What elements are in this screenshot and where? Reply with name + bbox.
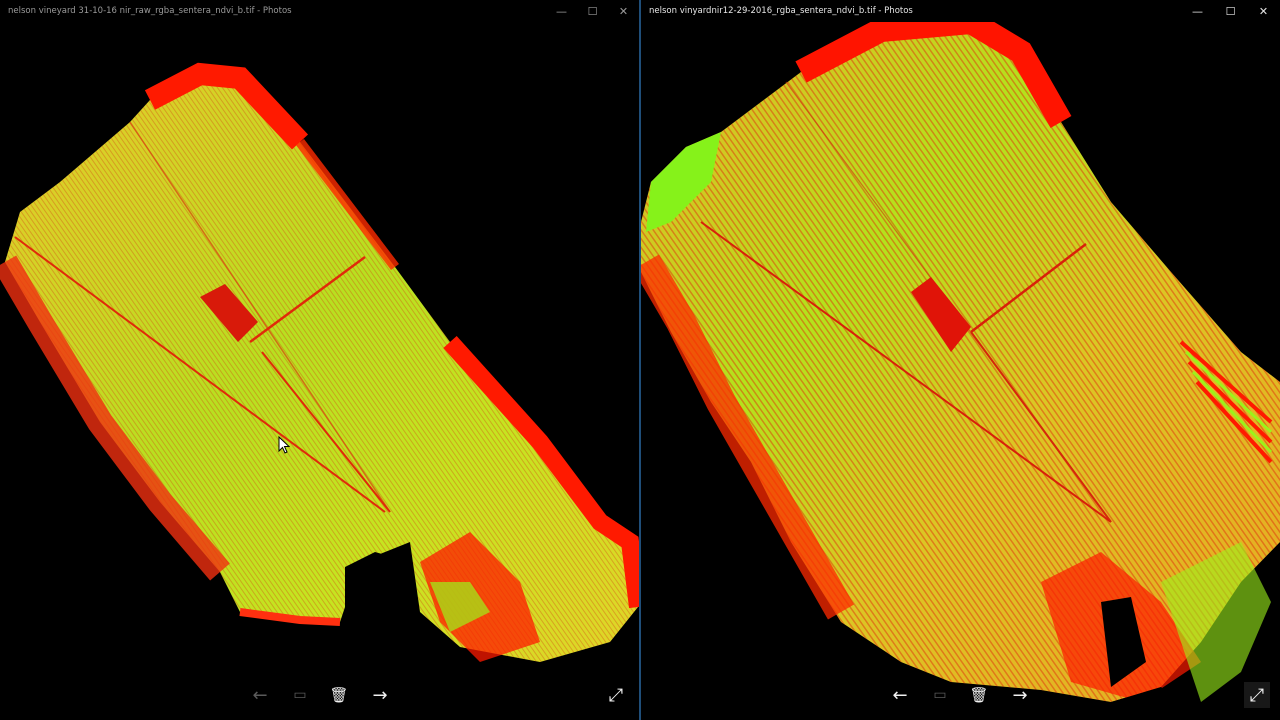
window-controls: — ☐ ✕	[1181, 0, 1280, 22]
maximize-button[interactable]: ☐	[1214, 0, 1247, 22]
window-controls: — ☐ ✕	[546, 0, 639, 22]
minimize-button[interactable]: —	[546, 0, 577, 22]
photo-toolbar: ← ▭ 🗑 → ⤢	[641, 682, 1280, 708]
maximize-button[interactable]: ☐	[577, 0, 608, 22]
photos-window-left: nelson vineyard 31-10-16 nir_raw_rgba_se…	[0, 0, 639, 720]
photo-canvas[interactable]	[0, 22, 639, 720]
previous-icon[interactable]: ←	[247, 682, 273, 708]
window-title: nelson vinyardnir12-29-2016_rgba_sentera…	[649, 6, 913, 16]
title-bar[interactable]: nelson vinyardnir12-29-2016_rgba_sentera…	[641, 0, 1280, 22]
close-button[interactable]: ✕	[1247, 0, 1280, 22]
next-icon[interactable]: →	[1007, 682, 1033, 708]
slideshow-icon[interactable]: ▭	[927, 682, 953, 708]
fullscreen-icon[interactable]: ⤢	[1244, 682, 1270, 708]
ndvi-aerial-image	[0, 62, 639, 662]
ndvi-aerial-image	[641, 22, 1280, 720]
photo-toolbar: ← ▭ 🗑 → ⤢	[0, 682, 639, 708]
window-title: nelson vineyard 31-10-16 nir_raw_rgba_se…	[8, 6, 292, 16]
slideshow-icon[interactable]: ▭	[287, 682, 313, 708]
close-button[interactable]: ✕	[608, 0, 639, 22]
previous-icon[interactable]: ←	[887, 682, 913, 708]
delete-icon[interactable]: 🗑	[966, 682, 992, 708]
mouse-cursor-icon	[278, 436, 290, 454]
delete-icon[interactable]: 🗑	[326, 682, 352, 708]
photos-window-right: nelson vinyardnir12-29-2016_rgba_sentera…	[641, 0, 1280, 720]
fullscreen-icon[interactable]: ⤢	[603, 682, 629, 708]
title-bar[interactable]: nelson vineyard 31-10-16 nir_raw_rgba_se…	[0, 0, 639, 22]
next-icon[interactable]: →	[367, 682, 393, 708]
photo-canvas[interactable]	[641, 22, 1280, 720]
minimize-button[interactable]: —	[1181, 0, 1214, 22]
